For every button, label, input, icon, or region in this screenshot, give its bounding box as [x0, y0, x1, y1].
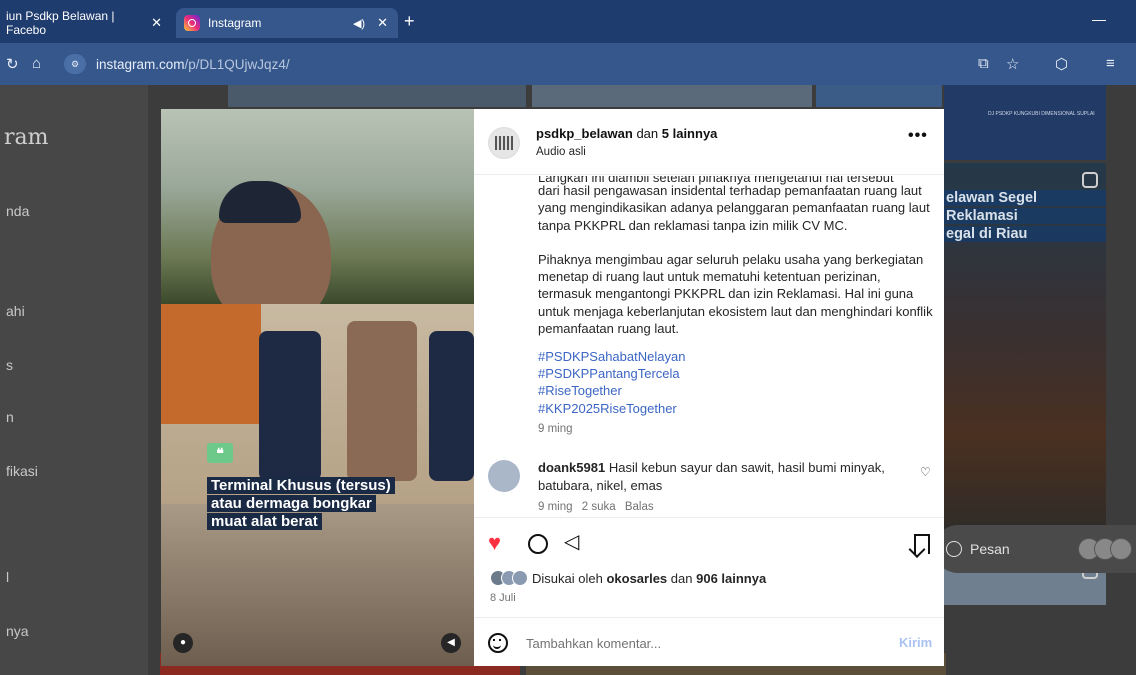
comment-time: 9 ming	[538, 501, 573, 513]
save-bookmark-icon[interactable]	[914, 534, 930, 554]
instagram-favicon-icon	[184, 15, 200, 31]
liked-by-count[interactable]: 906 lainnya	[696, 571, 766, 586]
audio-link[interactable]: Audio asli	[536, 146, 586, 158]
reading-list-icon[interactable]: ≡	[1106, 55, 1115, 72]
coauthors-link[interactable]: 5 lainnya	[662, 126, 718, 141]
reply-button[interactable]: Balas	[625, 501, 654, 513]
message-avatars	[1078, 538, 1132, 560]
comment-meta: 9 ming 2 suka Balas	[538, 501, 660, 513]
minimize-button[interactable]: —	[1092, 11, 1106, 27]
liked-by-prefix: Disukai oleh	[532, 570, 603, 586]
likes-summary: Disukai oleh okosarles dan 906 lainnya	[490, 570, 766, 586]
caption-line: Terminal Khusus (tersus)	[207, 477, 395, 494]
address-bar: ↻ ⌂ ⚙ instagram.com/p/DL1QUjwJqz4/ ⧉ ☆ ⬡…	[0, 43, 1136, 85]
reel-icon	[1082, 172, 1098, 188]
url-field[interactable]: ⚙ instagram.com/p/DL1QUjwJqz4/	[64, 50, 1072, 78]
browser-tab-bar: iun Psdkp Belawan | Facebo ✕ Instagram ◀…	[0, 0, 1136, 43]
url-host: instagram.com	[96, 56, 185, 72]
truck	[161, 304, 261, 424]
quote-icon: ❝	[207, 443, 233, 463]
tagged-user-icon[interactable]: ●	[173, 633, 193, 653]
hashtag-link[interactable]: #KKP2025RiseTogether	[538, 400, 685, 417]
officer-figure	[429, 331, 474, 481]
tab-facebook[interactable]: iun Psdkp Belawan | Facebo ✕	[0, 8, 172, 38]
liked-by-mid: dan	[670, 570, 693, 586]
coauthor-conj: dan	[636, 126, 659, 141]
url-path: /p/DL1QUjwJqz4/	[184, 56, 290, 72]
close-tab-icon[interactable]: ✕	[377, 15, 388, 31]
extensions-icon[interactable]: ⬡	[1055, 55, 1068, 73]
hashtag-link[interactable]: #RiseTogether	[538, 382, 685, 399]
sidebar: ram nda ahi s n fikasi l nya	[0, 85, 148, 675]
author-line: psdkp_belawan dan 5 lainnya	[536, 126, 717, 141]
messages-button[interactable]: Pesan	[934, 525, 1136, 573]
tab-label: iun Psdkp Belawan | Facebo	[6, 9, 115, 37]
post-time: 9 ming	[538, 423, 573, 435]
sidebar-item-beranda[interactable]: nda	[6, 203, 29, 219]
sidebar-item-telusuri[interactable]: ahi	[6, 303, 25, 319]
sidebar-item-profil[interactable]: l	[6, 569, 9, 585]
comment-icon[interactable]	[528, 534, 548, 554]
share-icon[interactable]: ◁	[564, 531, 579, 553]
thumbnail-title: elawan Segel Reklamasi egal di Riau	[944, 190, 1106, 244]
caption-line: atau dermaga bongkar	[207, 495, 376, 512]
sidebar-item-reels[interactable]: s	[6, 357, 13, 373]
emoji-icon[interactable]	[488, 633, 508, 653]
commenter-avatar[interactable]	[488, 460, 520, 492]
post-date: 8 Juli	[490, 592, 516, 604]
hashtag-link[interactable]: #PSDKPSahabatNelayan	[538, 348, 685, 365]
video-caption: Terminal Khusus (tersus) atau dermaga bo…	[207, 477, 437, 531]
hashtag-link[interactable]: #PSDKPPantangTercela	[538, 365, 685, 382]
post-modal: ❝ Terminal Khusus (tersus) atau dermaga …	[161, 109, 944, 666]
sidebar-item-lainnya[interactable]: nya	[6, 623, 29, 639]
message-icon	[946, 541, 962, 557]
commenter-username[interactable]: doank5981	[538, 460, 605, 475]
site-settings-icon[interactable]: ⚙	[64, 54, 86, 74]
grid-thumbnail[interactable]	[532, 85, 812, 107]
sidebar-item-pesan[interactable]: n	[6, 409, 14, 425]
hashtags: #PSDKPSahabatNelayan #PSDKPPantangTercel…	[538, 348, 685, 417]
grid-thumbnail[interactable]	[228, 85, 526, 107]
post-header: psdkp_belawan dan 5 lainnya Audio asli •…	[474, 109, 944, 175]
reload-icon[interactable]: ↻	[6, 55, 19, 73]
close-tab-icon[interactable]: ✕	[151, 15, 162, 31]
tab-label: Instagram	[208, 16, 262, 30]
more-options-icon[interactable]: •••	[908, 127, 928, 145]
send-button[interactable]: Kirim	[899, 635, 932, 650]
civilian-figure	[347, 321, 417, 481]
home-icon[interactable]: ⌂	[32, 55, 41, 72]
caption-paragraph: Pihaknya mengimbau agar seluruh pelaku u…	[538, 251, 933, 337]
grid-thumbnail[interactable]	[816, 85, 942, 107]
liker-avatars	[490, 570, 528, 586]
grid-thumbnail[interactable]: DJ PSDKP KUNGKUBI DIMENSIONAL SUPLAI	[944, 85, 1106, 160]
comment-like-heart-icon[interactable]: ♡	[920, 465, 931, 479]
reel-video[interactable]: ❝ Terminal Khusus (tersus) atau dermaga …	[161, 109, 474, 666]
post-actions: ♥ ◁	[474, 517, 944, 567]
speaker-icon[interactable]: ◀)	[353, 17, 365, 30]
author-avatar[interactable]	[488, 127, 520, 159]
instagram-logo[interactable]: ram	[4, 125, 49, 150]
comment-likes[interactable]: 2 suka	[582, 501, 616, 513]
officer-figure	[259, 331, 321, 481]
author-username[interactable]: psdkp_belawan	[536, 126, 633, 141]
sidebar-item-notifikasi[interactable]: fikasi	[6, 463, 38, 479]
new-tab-button[interactable]: +	[404, 11, 415, 32]
tab-instagram[interactable]: Instagram ◀) ✕	[176, 8, 398, 38]
add-comment-bar: Kirim	[474, 617, 944, 666]
comment-input[interactable]	[526, 632, 886, 654]
install-app-icon[interactable]: ⧉	[978, 55, 989, 72]
post-caption: dari hasil pengawasan insidental terhada…	[538, 182, 936, 354]
bookmark-star-icon[interactable]: ☆	[1006, 55, 1019, 73]
comment-text: doank5981 Hasil kebun sayur dan sawit, h…	[538, 459, 888, 495]
messages-label: Pesan	[970, 541, 1010, 557]
mute-toggle-icon[interactable]: ◀	[441, 633, 461, 653]
thumbnail-caption: DJ PSDKP KUNGKUBI DIMENSIONAL SUPLAI	[988, 111, 1095, 117]
liked-by-user[interactable]: okosarles	[606, 571, 667, 586]
caption-paragraph: dari hasil pengawasan insidental terhada…	[538, 183, 930, 233]
post-panel: psdkp_belawan dan 5 lainnya Audio asli •…	[474, 109, 944, 666]
caption-line: muat alat berat	[207, 513, 322, 530]
like-heart-icon[interactable]: ♥	[488, 532, 501, 554]
post-comments-scroll[interactable]: Langkah ini diambil setelah pihaknya men…	[474, 176, 944, 516]
